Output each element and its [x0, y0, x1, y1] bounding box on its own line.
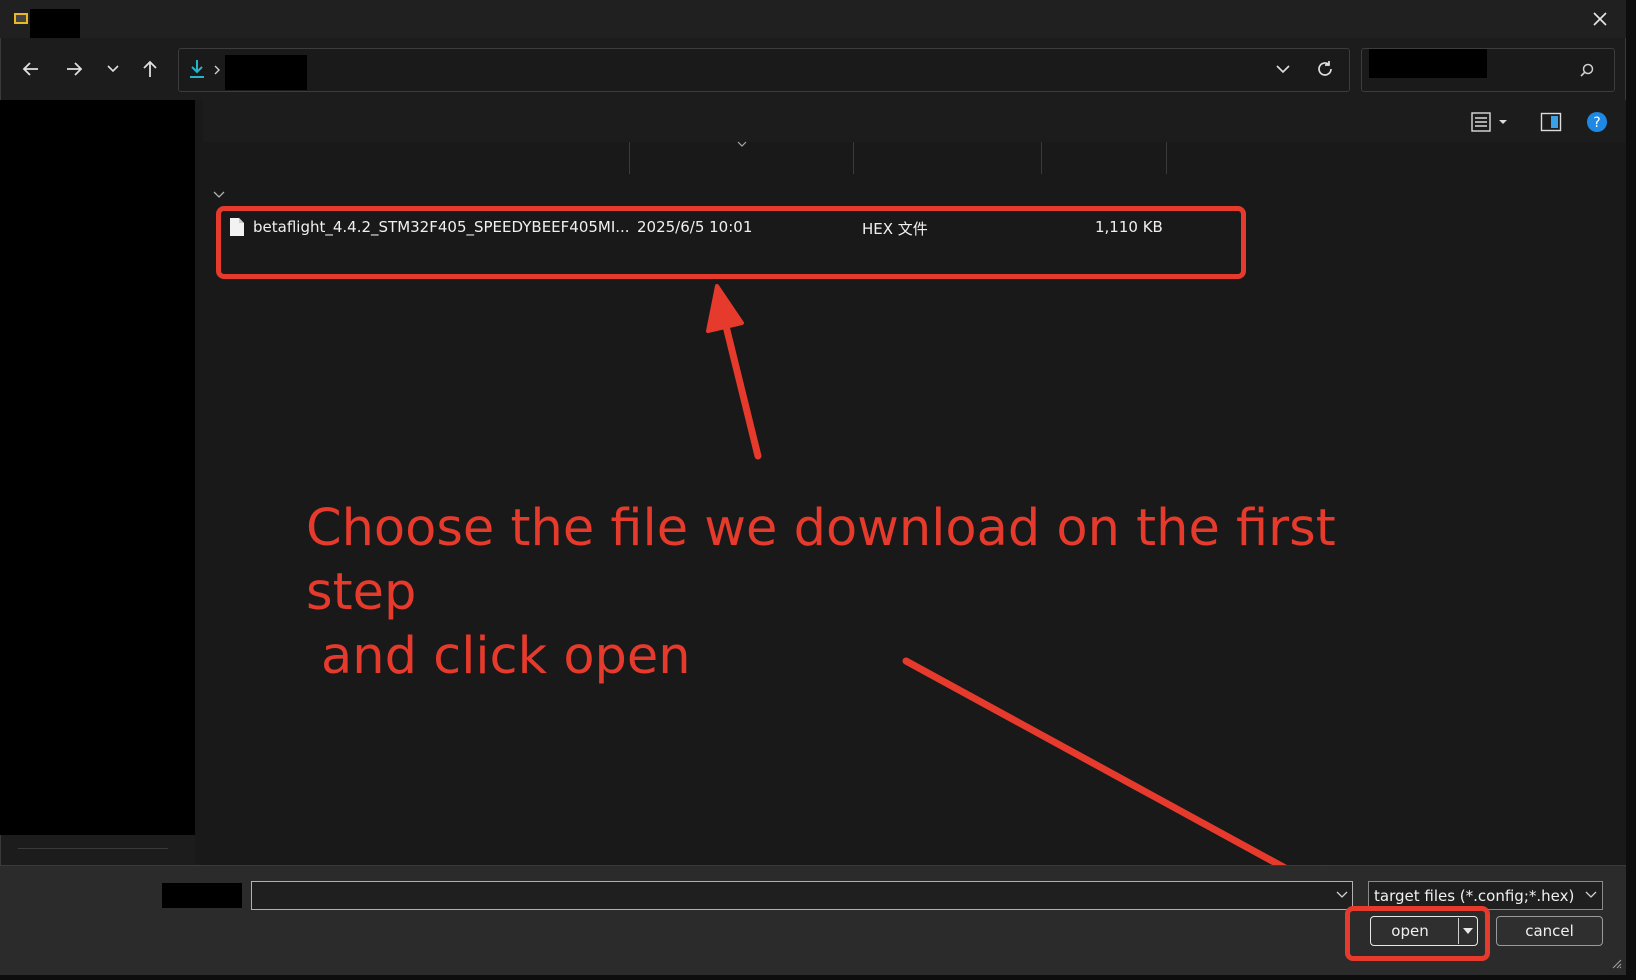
- annotation-arrows: [706, 284, 1346, 902]
- filetype-chevron-icon: [1584, 889, 1598, 901]
- cancel-button[interactable]: cancel: [1496, 916, 1603, 946]
- filename-input[interactable]: [251, 881, 1353, 910]
- arrow-to-file: [706, 284, 762, 460]
- annotation-line-2: and click open: [321, 627, 691, 686]
- annotation-line-1: Choose the file we download on the first…: [306, 499, 1336, 622]
- filetype-value: target files (*.config;*.hex): [1374, 886, 1575, 905]
- open-highlight-box: [1345, 906, 1490, 961]
- filename-dropdown-icon[interactable]: [1335, 889, 1349, 901]
- resize-grip-icon[interactable]: [1611, 958, 1623, 970]
- annotation-text: Choose the file we download on the first…: [305, 497, 1405, 689]
- filename-label-redacted: [162, 883, 242, 908]
- cancel-label: cancel: [1525, 922, 1574, 940]
